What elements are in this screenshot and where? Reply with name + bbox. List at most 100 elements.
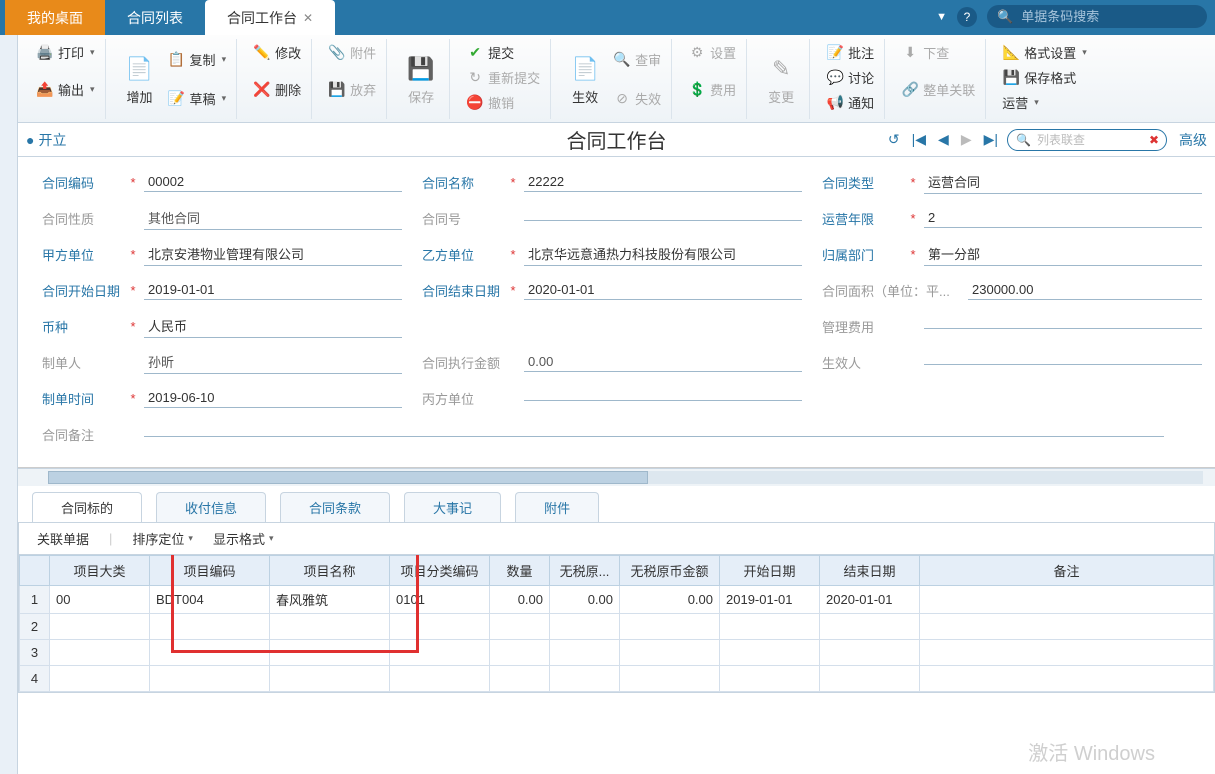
dropdown-icon[interactable]: ▼: [936, 11, 947, 23]
col-classcode[interactable]: 项目分类编码: [390, 556, 490, 586]
next-icon[interactable]: ▶: [958, 131, 975, 148]
col-remark[interactable]: 备注: [920, 556, 1214, 586]
submit-button[interactable]: ✔提交: [462, 41, 544, 64]
field-mgmtfee[interactable]: [924, 324, 1202, 329]
field-dept[interactable]: 第一分部: [924, 242, 1202, 266]
modify-button[interactable]: ✏️修改: [249, 41, 305, 64]
invalid-button[interactable]: ⊘失效: [609, 87, 665, 110]
field-partyA[interactable]: 北京安港物业管理有限公司: [144, 242, 402, 266]
subject-grid[interactable]: 项目大类 项目编码 项目名称 项目分类编码 数量 无税原... 无税原币金额 开…: [19, 555, 1214, 692]
field-currency[interactable]: 人民币: [144, 314, 402, 338]
col-projcode[interactable]: 项目编码: [150, 556, 270, 586]
field-nature: 其他合同: [144, 206, 402, 230]
subtab-clause[interactable]: 合同条款: [280, 492, 390, 522]
effect-button[interactable]: 📄生效: [563, 49, 607, 110]
delete-button[interactable]: ❌删除: [249, 78, 305, 101]
add-button[interactable]: 📄增加: [118, 49, 162, 110]
col-notaxprice[interactable]: 无税原...: [550, 556, 620, 586]
col-category[interactable]: 项目大类: [50, 556, 150, 586]
table-row[interactable]: 1 00 BDT004 春风雅筑 0101 0.00 0.00 0.00 201…: [20, 586, 1214, 614]
label-remark: 合同备注: [42, 425, 122, 444]
field-partyC[interactable]: [524, 396, 802, 401]
search-icon: 🔍: [997, 9, 1013, 25]
label-years: 运营年限: [822, 209, 902, 228]
resubmit-button[interactable]: ↻重新提交: [462, 66, 544, 89]
format-button[interactable]: 📐格式设置▾: [998, 41, 1091, 64]
form-area: 合同编码*00002 合同名称*22222 合同类型*运营合同 合同性质 其他合…: [18, 157, 1215, 468]
first-icon[interactable]: |◀: [909, 131, 929, 148]
label-area: 合同面积（单位：平...: [822, 281, 962, 300]
subtab-subject[interactable]: 合同标的: [32, 492, 142, 522]
label-effperson: 生效人: [822, 353, 902, 372]
copy-button[interactable]: 📋复制▾: [164, 48, 231, 71]
tab-contract-list[interactable]: 合同列表: [105, 0, 205, 35]
field-years[interactable]: 2: [924, 208, 1202, 228]
field-end[interactable]: 2020-01-01: [524, 280, 802, 300]
advanced-link[interactable]: 高级: [1179, 130, 1207, 150]
field-type[interactable]: 运营合同: [924, 170, 1202, 194]
label-partyB: 乙方单位: [422, 245, 502, 264]
list-search[interactable]: 🔍 ✖: [1007, 129, 1167, 151]
field-partyB[interactable]: 北京华远意通热力科技股份有限公司: [524, 242, 802, 266]
tab-my-desktop[interactable]: 我的桌面: [5, 0, 105, 35]
close-icon[interactable]: ✕: [303, 11, 313, 25]
save-button[interactable]: 💾保存: [399, 49, 443, 110]
field-area[interactable]: 230000.00: [968, 280, 1202, 300]
field-start[interactable]: 2019-01-01: [144, 280, 402, 300]
wholeassoc-button[interactable]: 🔗整单关联: [897, 78, 979, 101]
col-end[interactable]: 结束日期: [820, 556, 920, 586]
col-projname[interactable]: 项目名称: [270, 556, 390, 586]
saveformat-button[interactable]: 💾保存格式: [998, 66, 1091, 89]
download-button[interactable]: ⬇下查: [897, 41, 979, 64]
status-bar: ●开立 合同工作台 ↺ |◀ ◀ ▶ ▶| 🔍 ✖ 高级: [18, 123, 1215, 157]
assoc-doc-button[interactable]: 关联单据: [37, 529, 89, 548]
batch-button[interactable]: 📝批注: [822, 41, 878, 64]
col-notaxamt[interactable]: 无税原币金额: [620, 556, 720, 586]
clear-icon[interactable]: ✖: [1149, 133, 1159, 147]
undo-icon[interactable]: ↺: [885, 131, 903, 148]
grid-toolbar: 关联单据 | 排序定位▾ 显示格式▾: [18, 522, 1215, 555]
tab-contract-workbench[interactable]: 合同工作台✕: [205, 0, 335, 35]
settings-button[interactable]: ⚙设置: [684, 41, 740, 64]
col-start[interactable]: 开始日期: [720, 556, 820, 586]
last-icon[interactable]: ▶|: [981, 131, 1001, 148]
notify-button[interactable]: 📢通知: [822, 91, 878, 114]
field-execamt: 0.00: [524, 352, 802, 372]
subtab-attach[interactable]: 附件: [515, 492, 599, 522]
field-remark[interactable]: [144, 432, 1164, 437]
field-no[interactable]: [524, 216, 802, 221]
revoke-button[interactable]: ⛔撤销: [462, 91, 544, 114]
sub-tab-bar: 合同标的 收付信息 合同条款 大事记 附件: [18, 486, 1215, 522]
subtab-payment[interactable]: 收付信息: [156, 492, 266, 522]
table-row[interactable]: 3: [20, 640, 1214, 666]
list-search-input[interactable]: [1035, 132, 1145, 148]
attach-button[interactable]: 📎附件: [324, 41, 380, 64]
field-name[interactable]: 22222: [524, 172, 802, 192]
label-partyC: 丙方单位: [422, 389, 502, 408]
change-button[interactable]: ✎变更: [759, 49, 803, 110]
table-row[interactable]: 4: [20, 666, 1214, 692]
doc-status: ●开立: [26, 130, 66, 150]
sort-button[interactable]: 排序定位▾: [132, 529, 193, 548]
review-button[interactable]: 🔍查审: [609, 48, 665, 71]
search-icon: 🔍: [1016, 133, 1031, 147]
barcode-search-input[interactable]: [1019, 8, 1189, 25]
horizontal-scrollbar[interactable]: [18, 468, 1215, 486]
display-button[interactable]: 显示格式▾: [213, 529, 274, 548]
print-button[interactable]: 🖨️打印▾: [32, 41, 99, 64]
col-qty[interactable]: 数量: [490, 556, 550, 586]
barcode-search[interactable]: 🔍: [987, 5, 1207, 28]
operate-button[interactable]: 运营▾: [998, 91, 1091, 114]
draft-button[interactable]: 📝草稿▾: [164, 87, 231, 110]
table-row[interactable]: 2: [20, 614, 1214, 640]
prev-icon[interactable]: ◀: [935, 131, 952, 148]
discard-button[interactable]: 💾放弃: [324, 78, 380, 101]
help-icon[interactable]: ?: [957, 7, 977, 27]
field-code[interactable]: 00002: [144, 172, 402, 192]
fee-button[interactable]: 💲费用: [684, 78, 740, 101]
subtab-events[interactable]: 大事记: [404, 492, 501, 522]
discuss-button[interactable]: 💬讨论: [822, 66, 878, 89]
export-button[interactable]: 📤输出▾: [32, 78, 99, 101]
field-maketime[interactable]: 2019-06-10: [144, 388, 402, 408]
page-title: 合同工作台: [567, 125, 667, 154]
